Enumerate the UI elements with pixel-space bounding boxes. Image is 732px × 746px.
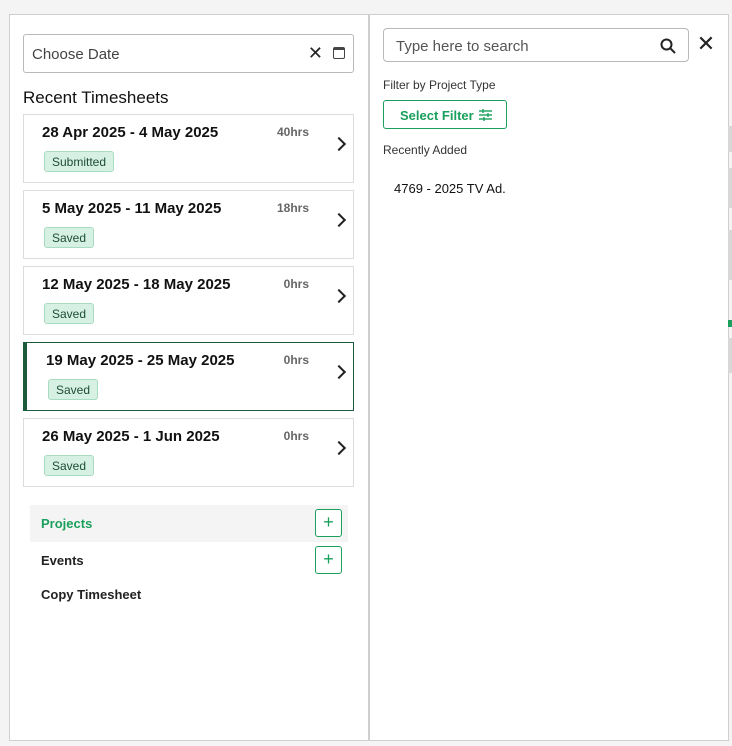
status-badge: Saved	[44, 303, 95, 324]
date-picker[interactable]: Choose Date ✕	[23, 34, 354, 73]
menu-item-events[interactable]: Events +	[30, 542, 348, 579]
timesheet-range: 5 May 2025 - 11 May 2025	[42, 200, 222, 217]
timesheet-hours: 18hrs	[276, 201, 309, 215]
timesheet-range: 19 May 2025 - 25 May 2025	[46, 352, 235, 369]
status-badge: Saved	[48, 379, 99, 400]
status-badge: Saved	[44, 227, 95, 248]
timesheet-hours: 40hrs	[276, 125, 309, 139]
search-icon[interactable]	[660, 38, 676, 54]
recently-added-label: Recently Added	[383, 143, 468, 157]
section-title: Recent Timesheets	[23, 88, 169, 107]
sliders-icon	[479, 109, 492, 121]
list-item[interactable]: 4769 - 2025 TV Ad.	[394, 181, 506, 196]
menu-item-copy-timesheet[interactable]: Copy Timesheet	[30, 576, 348, 613]
chevron-right-icon	[331, 364, 347, 380]
close-icon[interactable]: ✕	[695, 33, 717, 55]
calendar-icon[interactable]	[333, 47, 345, 59]
menu-item-projects[interactable]: Projects +	[30, 505, 348, 542]
timesheet-card-selected[interactable]: 19 May 2025 - 25 May 2025 0hrs Saved	[23, 342, 354, 411]
menu-item-label: Events	[41, 553, 84, 568]
chevron-right-icon	[331, 288, 347, 304]
date-picker-placeholder: Choose Date	[32, 46, 120, 63]
timesheet-card[interactable]: 28 Apr 2025 - 4 May 2025 40hrs Submitted	[23, 114, 354, 183]
timesheet-range: 26 May 2025 - 1 Jun 2025	[42, 428, 220, 445]
status-badge: Saved	[44, 455, 95, 476]
background-edge	[728, 0, 732, 746]
clear-date-icon[interactable]: ✕	[308, 44, 323, 62]
chevron-right-icon	[331, 212, 347, 228]
timesheet-hours: 0hrs	[283, 353, 309, 367]
timesheet-range: 12 May 2025 - 18 May 2025	[42, 276, 231, 293]
timesheet-card[interactable]: 12 May 2025 - 18 May 2025 0hrs Saved	[23, 266, 354, 335]
add-event-button[interactable]: +	[315, 546, 342, 574]
chevron-right-icon	[331, 136, 347, 152]
select-filter-label: Select Filter	[400, 108, 474, 123]
search-input[interactable]: Type here to search	[383, 28, 689, 62]
timesheet-hours: 0hrs	[283, 429, 309, 443]
timesheet-card[interactable]: 26 May 2025 - 1 Jun 2025 0hrs Saved	[23, 418, 354, 487]
menu-item-label: Copy Timesheet	[41, 587, 142, 602]
chevron-right-icon	[331, 440, 347, 456]
timesheet-panel: Choose Date ✕ Recent Timesheets 28 Apr 2…	[9, 14, 369, 741]
filter-label: Filter by Project Type	[383, 78, 496, 92]
search-placeholder: Type here to search	[396, 38, 529, 55]
select-filter-button[interactable]: Select Filter	[383, 100, 507, 129]
timesheet-card[interactable]: 5 May 2025 - 11 May 2025 18hrs Saved	[23, 190, 354, 259]
add-project-button[interactable]: +	[315, 509, 342, 537]
project-search-panel: Type here to search ✕ Filter by Project …	[369, 14, 729, 741]
menu-item-label: Projects	[41, 516, 93, 531]
status-badge: Submitted	[44, 151, 115, 172]
timesheet-range: 28 Apr 2025 - 4 May 2025	[42, 124, 219, 141]
timesheet-hours: 0hrs	[283, 277, 309, 291]
